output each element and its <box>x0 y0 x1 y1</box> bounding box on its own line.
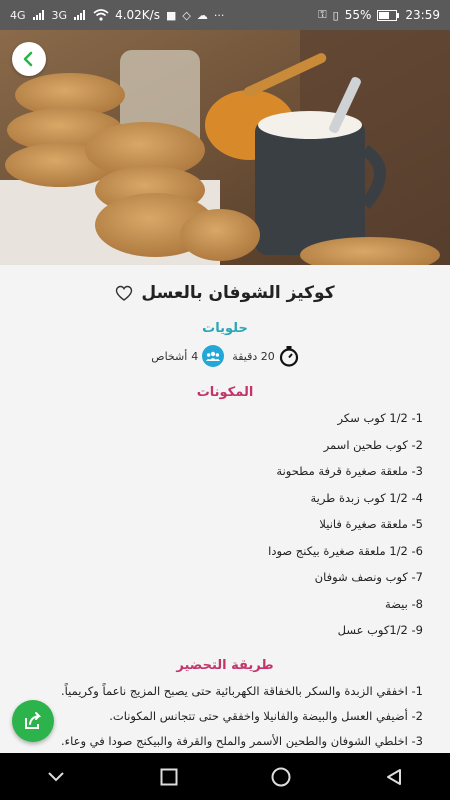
ingredient-item: 4- 1/2 كوب زبدة طرية <box>310 490 423 505</box>
notification-app-icon: ■ <box>165 8 177 22</box>
status-bar: 4G 3G 4.02K/s ■ ◇ ☁ ··· ⚿ ▯ 55% 23:59 <box>0 0 450 30</box>
recipe-content: كوكيز الشوفان بالعسل حلويات 20 دقيقة 4 أ… <box>0 265 450 753</box>
chevron-left-icon <box>23 51 33 67</box>
ingredient-item: 3- ملعقة صغيرة قرفة مطحونة <box>276 464 423 478</box>
back-button[interactable] <box>12 42 46 76</box>
nav-hide-button[interactable] <box>36 757 76 797</box>
ingredient-item: 1- 1/2 كوب سكر <box>337 411 423 425</box>
chevron-down-icon <box>48 771 64 781</box>
system-nav-bar <box>0 753 450 800</box>
ingredient-item: 5- ملعقة صغيرة فانيلا <box>319 517 423 531</box>
recipe-photo <box>0 30 450 265</box>
recipe-hero-image <box>0 30 450 265</box>
preparation-step: 1- اخفقي الزبدة والسكر بالخفاقة الكهربائ… <box>60 684 423 698</box>
heart-icon <box>116 285 133 301</box>
ingredient-item: 8- بيضة <box>385 596 423 611</box>
preparation-step: 3- اخلطي الشوفان والطحين الأسمر والملح و… <box>61 734 423 748</box>
people-icon <box>202 345 225 367</box>
ingredients-list: 1- 1/2 كوب سكر 2- كوب طحين اسمر 3- ملعقة… <box>23 405 423 644</box>
share-icon <box>25 712 42 729</box>
recipe-title: كوكيز الشوفان بالعسل <box>141 283 335 303</box>
recipe-meta: 20 دقيقة 4 أشخاص <box>0 345 450 367</box>
prep-time-value: 20 دقيقة <box>232 349 275 363</box>
stopwatch-icon <box>279 346 298 367</box>
triangle-back-icon <box>386 768 401 785</box>
signal-3g-label: 3G <box>51 8 68 22</box>
vibrate-icon: ▯ <box>332 8 339 22</box>
signal-icon <box>32 10 44 20</box>
cloud-icon: ☁ <box>196 8 208 22</box>
status-right: ⚿ ▯ 55% 23:59 <box>318 8 440 22</box>
battery-icon <box>377 9 400 21</box>
preparation-heading: طريقة التحضير <box>176 658 274 673</box>
more-icon: ··· <box>213 8 225 22</box>
ingredient-item: 9- 1/2كوب عسل <box>337 623 423 637</box>
ingredient-item: 6- 1/2 ملعقة صغيرة بيكنج صودا <box>268 543 423 558</box>
prep-time: 20 دقيقة <box>232 345 298 367</box>
circle-icon <box>271 767 291 786</box>
notification-shield-icon: ◇ <box>182 8 191 22</box>
network-speed: 4.02K/s <box>115 8 160 22</box>
key-icon: ⚿ <box>318 8 327 21</box>
recipe-category[interactable]: حلويات <box>0 321 450 336</box>
ingredients-heading: المكونات <box>196 385 254 400</box>
clock: 23:59 <box>405 8 440 22</box>
square-icon <box>160 768 178 785</box>
ingredient-item: 7- كوب ونصف شوفان <box>314 570 423 584</box>
ingredient-item: 2- كوب طحين اسمر <box>323 437 423 452</box>
nav-home-button[interactable] <box>261 757 301 797</box>
nav-back-button[interactable] <box>374 757 414 797</box>
battery-percent: 55% <box>344 8 372 22</box>
wifi-icon <box>93 9 109 21</box>
servings-count: 4 <box>191 349 199 363</box>
favorite-button[interactable] <box>115 285 133 302</box>
servings-label: أشخاص <box>151 349 188 363</box>
preparation-step: 2- أضيفي العسل والبيضة والفانيلا واخفقي … <box>109 709 423 723</box>
title-row: كوكيز الشوفان بالعسل <box>0 283 450 303</box>
nav-recents-button[interactable] <box>149 757 189 797</box>
signal-4g-label: 4G <box>10 8 26 22</box>
share-button[interactable] <box>12 700 54 742</box>
signal-icon-2 <box>74 10 86 20</box>
preparation-steps: 1- اخفقي الزبدة والسكر بالخفاقة الكهربائ… <box>23 679 423 753</box>
servings: 4 أشخاص <box>151 345 225 367</box>
status-left: 4G 3G 4.02K/s ■ ◇ ☁ ··· <box>10 8 224 22</box>
